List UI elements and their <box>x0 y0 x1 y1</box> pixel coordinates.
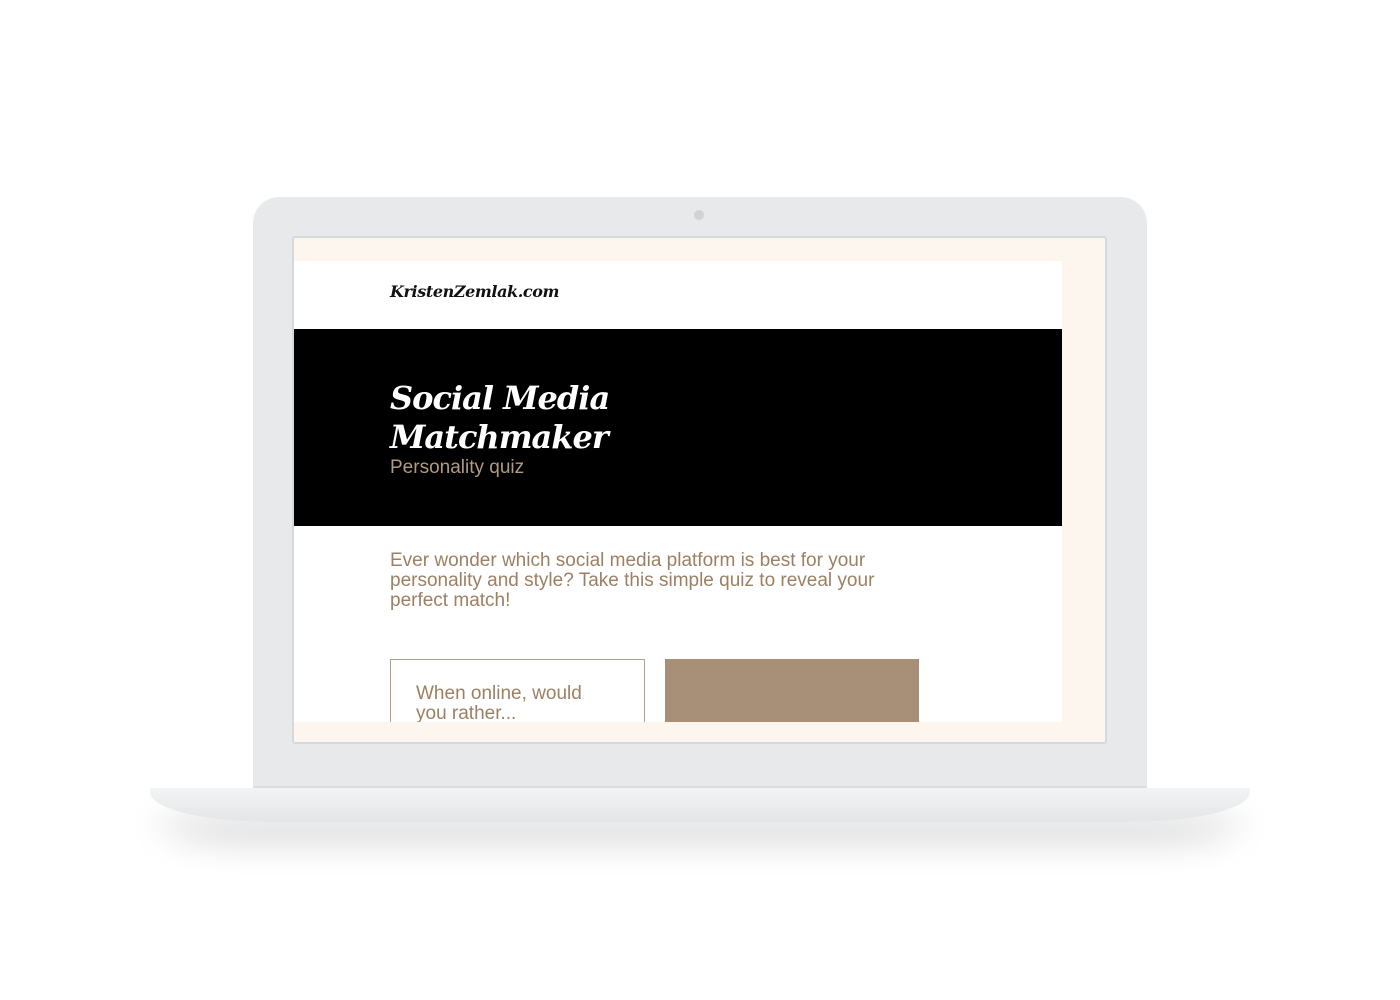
question-text: When online, would you rather... <box>416 683 582 723</box>
intro-paragraph: Ever wonder which social media platform … <box>390 550 875 611</box>
laptop-screen: KristenZemlak.com Social Media Matchmake… <box>292 236 1107 744</box>
quiz-title: Social Media Matchmaker <box>390 379 610 456</box>
mockup-stage: KristenZemlak.com Social Media Matchmake… <box>0 0 1400 1000</box>
answer-option-card[interactable] <box>665 659 919 722</box>
site-logo[interactable]: KristenZemlak.com <box>390 282 559 301</box>
quiz-subtitle: Personality quiz <box>390 457 525 478</box>
site-header: KristenZemlak.com <box>294 261 1062 329</box>
hero-banner: Social Media Matchmaker Personality quiz <box>294 329 1062 526</box>
camera-dot <box>694 210 704 220</box>
question-card: When online, would you rather... <box>390 659 645 722</box>
laptop-base <box>150 788 1250 822</box>
quiz-page: KristenZemlak.com Social Media Matchmake… <box>294 261 1062 722</box>
